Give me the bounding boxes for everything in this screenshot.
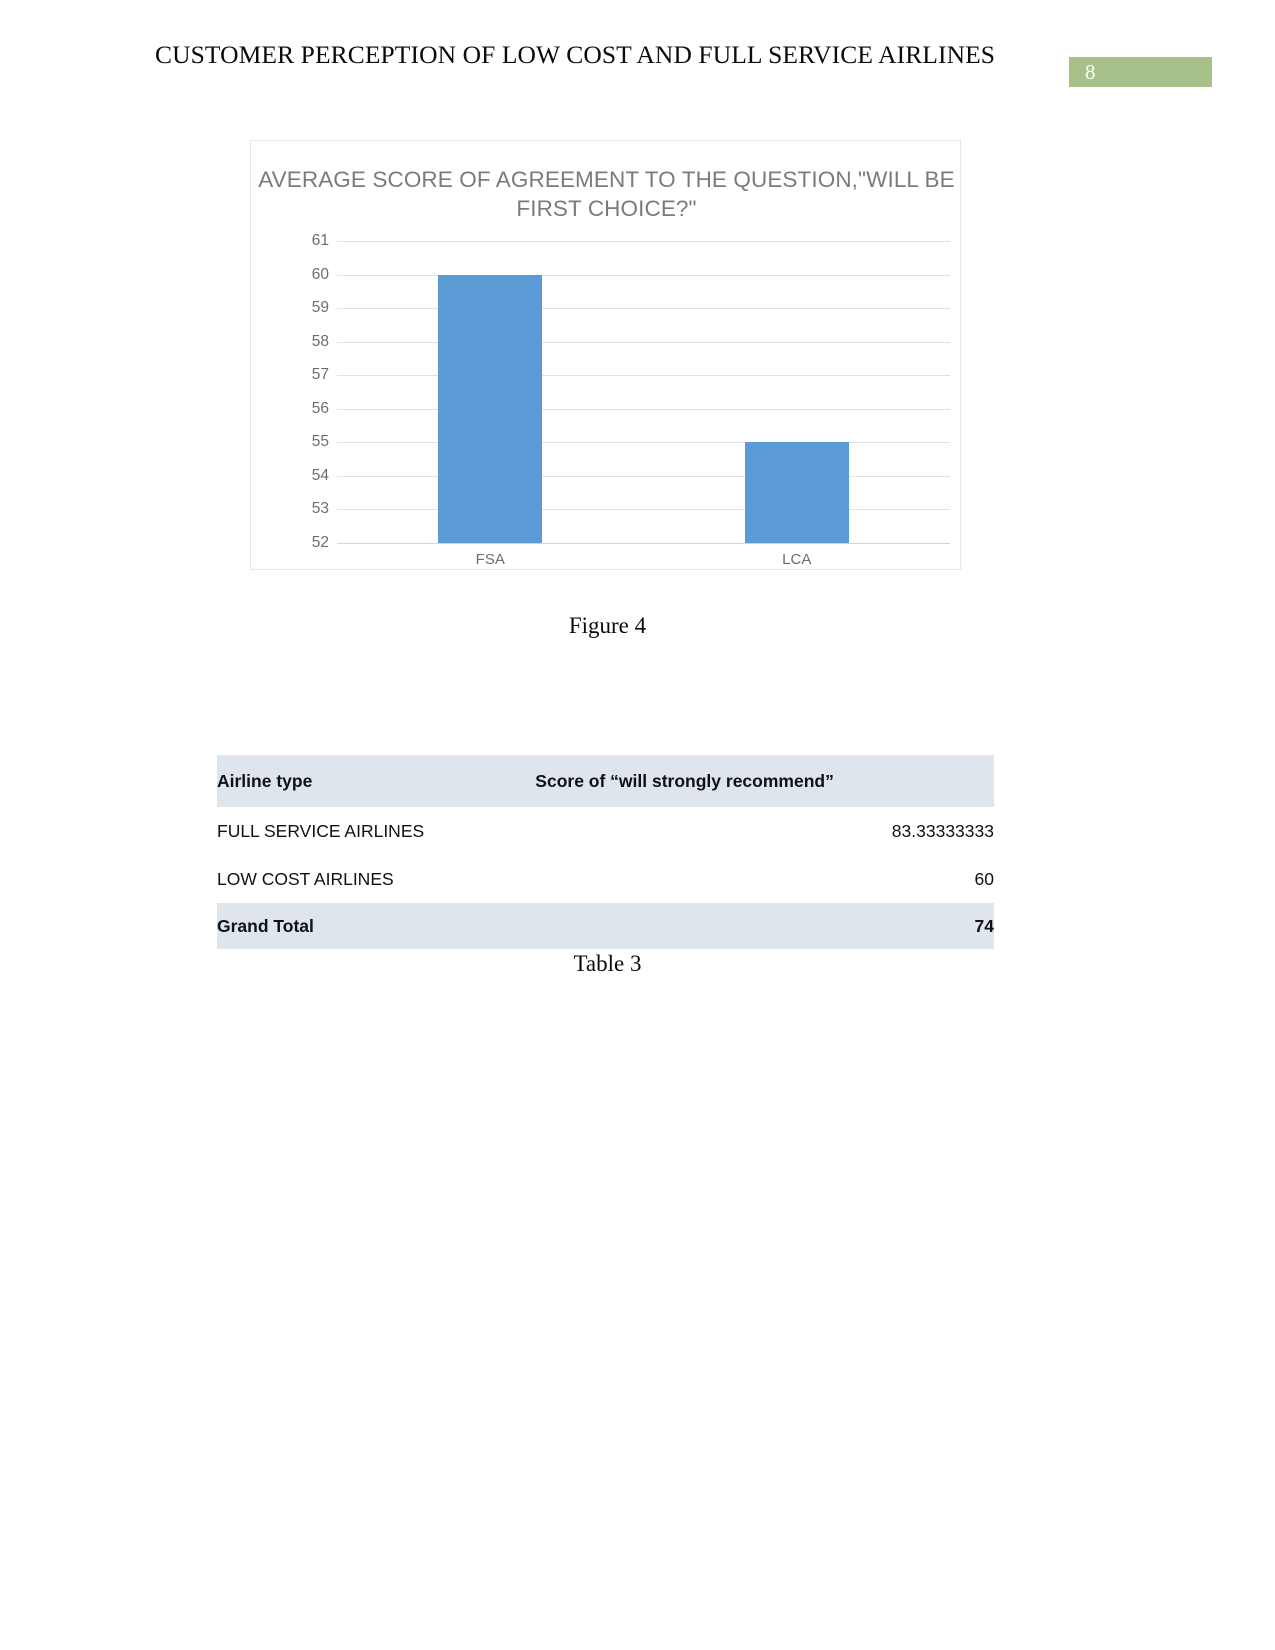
chart-gridline <box>337 375 950 377</box>
page-header: CUSTOMER PERCEPTION OF LOW COST AND FULL… <box>0 38 1275 87</box>
document-running-title: CUSTOMER PERCEPTION OF LOW COST AND FULL… <box>155 40 996 69</box>
table-row: LOW COST AIRLINES 60 <box>217 855 994 903</box>
chart-y-axis-tick-label: 53 <box>311 500 329 518</box>
row-label-low-cost-airlines: LOW COST AIRLINES <box>217 868 394 889</box>
chart-gridline <box>337 475 950 477</box>
chart-gridline <box>337 308 950 310</box>
recommendation-score-table: Airline type Score of “will strongly rec… <box>217 755 994 949</box>
row-value-low-cost-airlines: 60 <box>974 868 994 889</box>
chart-y-axis-tick-label: 60 <box>311 265 329 283</box>
page-number: 8 <box>1085 60 1096 84</box>
row-label-grand-total: Grand Total <box>217 915 314 936</box>
chart-y-axis-tick-label: 59 <box>311 299 329 317</box>
chart-bar-fsa <box>438 274 543 543</box>
chart-gridline <box>337 274 950 276</box>
figure-caption: Figure 4 <box>568 613 647 638</box>
chart-gridline <box>337 341 950 343</box>
chart-gridline <box>337 442 950 444</box>
chart-x-axis-tick-label: FSA <box>475 551 505 568</box>
chart-x-axis-tick-label: LCA <box>782 551 812 568</box>
table-total-row: Grand Total 74 <box>217 903 994 949</box>
table-caption: Table 3 <box>573 951 642 976</box>
chart-x-axis-line <box>337 543 950 544</box>
chart-y-axis-tick-label: 61 <box>311 232 329 249</box>
row-value-full-service-airlines: 83.33333333 <box>891 820 994 841</box>
chart-y-axis-tick-label: 57 <box>311 366 329 384</box>
chart-gridline <box>337 408 950 410</box>
table-header-score: Score of “will strongly recommend” <box>535 770 834 791</box>
chart-y-axis-tick-label: 52 <box>311 534 329 551</box>
table-header-row: Airline type Score of “will strongly rec… <box>217 755 994 807</box>
row-value-grand-total: 74 <box>974 915 994 936</box>
chart-gridline <box>337 509 950 511</box>
table-header-airline-type: Airline type <box>217 770 313 791</box>
chart-y-axis-tick-label: 54 <box>311 466 329 484</box>
chart-y-axis-tick-label: 58 <box>311 332 329 350</box>
table-row: FULL SERVICE AIRLINES 83.33333333 <box>217 807 994 855</box>
chart-title: AVERAGE SCORE OF AGREEMENT TO THE QUESTI… <box>258 167 955 221</box>
chart-y-axis-tick-label: 55 <box>311 433 329 451</box>
bar-chart: AVERAGE SCORE OF AGREEMENT TO THE QUESTI… <box>250 140 961 570</box>
chart-bar-lca <box>744 442 849 543</box>
chart-plot-area: 61 60 59 58 57 56 55 54 53 52 FSA LCA <box>295 232 950 568</box>
chart-gridline <box>337 241 950 242</box>
chart-y-axis-tick-label: 56 <box>311 399 329 417</box>
row-label-full-service-airlines: FULL SERVICE AIRLINES <box>217 820 425 841</box>
